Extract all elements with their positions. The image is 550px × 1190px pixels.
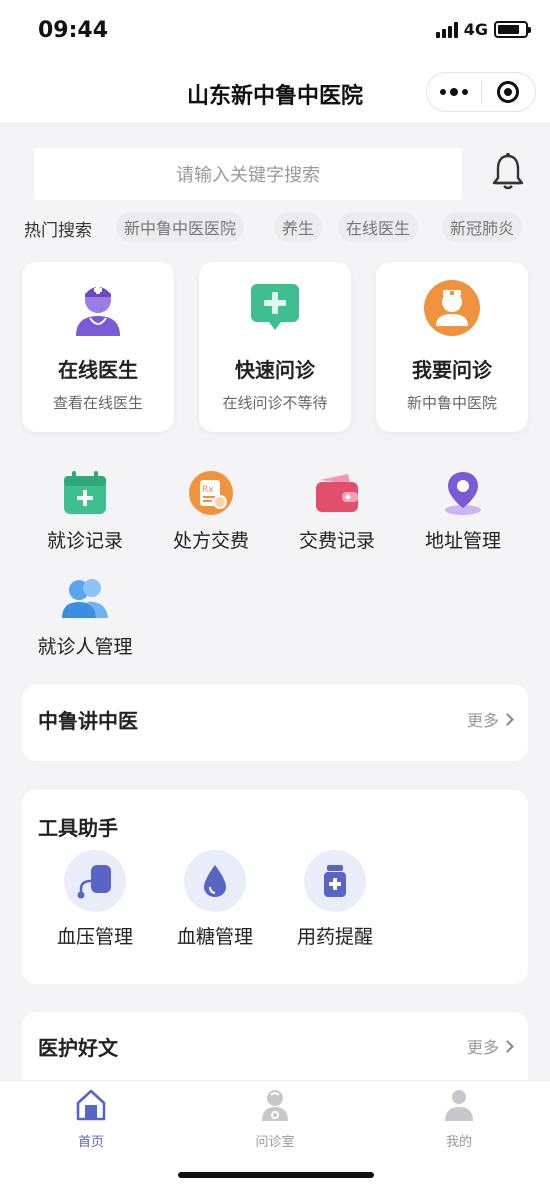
section-title: 医护好文: [38, 1036, 118, 1060]
more-label: 更多: [466, 711, 499, 730]
more-menu-button[interactable]: [427, 73, 481, 111]
consult-room-icon: [262, 1090, 288, 1121]
chat-plus-icon: [251, 284, 299, 330]
chevron-right-icon: [501, 1039, 514, 1053]
blood-pressure-tool[interactable]: 血压管理: [40, 850, 150, 949]
card-title: 在线医生: [58, 358, 138, 382]
hot-tag[interactable]: 在线医生: [338, 212, 419, 242]
home-indicator: [178, 1172, 374, 1178]
nav-bar: 山东新中鲁中医院: [0, 64, 550, 122]
network-label: 4G: [463, 20, 488, 39]
more-dots-icon: [439, 87, 468, 96]
calendar-record-icon: [64, 471, 106, 514]
search-input[interactable]: 请输入关键字搜索: [34, 148, 462, 200]
tab-consult-room[interactable]: 问诊室: [230, 1087, 320, 1150]
close-program-button[interactable]: [482, 73, 536, 111]
hot-search-row: 热门搜索 新中鲁中医医院 养生 在线医生 新冠肺炎: [0, 210, 550, 244]
hot-tag[interactable]: 新冠肺炎: [442, 212, 523, 242]
patient-management-item[interactable]: 就诊人管理: [22, 576, 148, 672]
hot-search-label: 热门搜索: [24, 221, 92, 241]
card-title: 快速问诊: [235, 358, 315, 382]
tab-mine[interactable]: 我的: [414, 1087, 504, 1150]
quick-consult-card[interactable]: 快速问诊 在线问诊不等待: [199, 262, 351, 432]
my-consult-card[interactable]: 我要问诊 新中鲁中医院: [376, 262, 528, 432]
patients-icon: [62, 579, 108, 618]
status-indicators: 4G: [435, 20, 531, 39]
visit-record-item[interactable]: 就诊记录: [22, 470, 148, 566]
online-doctor-card[interactable]: 在线医生 查看在线医生: [22, 262, 174, 432]
card-subtitle: 新中鲁中医院: [406, 394, 497, 412]
more-link[interactable]: 更多: [466, 1034, 514, 1058]
blood-pressure-icon: [77, 865, 111, 899]
prescription-payment-item[interactable]: Rx 处方交费: [148, 470, 274, 566]
more-link[interactable]: 更多: [466, 707, 514, 731]
service-label: 就诊记录: [46, 530, 123, 552]
nurse-avatar-icon: [424, 280, 480, 336]
tab-label: 我的: [445, 1135, 472, 1150]
address-management-item[interactable]: 地址管理: [400, 470, 526, 566]
chevron-right-icon: [501, 712, 514, 726]
location-pin-icon: [445, 472, 481, 515]
service-label: 就诊人管理: [37, 636, 133, 658]
medicine-bottle-icon: [324, 865, 346, 897]
service-label: 交费记录: [298, 530, 375, 552]
tab-label: 首页: [77, 1135, 104, 1150]
bell-icon[interactable]: [490, 152, 526, 192]
more-label: 更多: [466, 1038, 499, 1057]
section-title: 工具助手: [38, 816, 118, 840]
tool-label: 血糖管理: [176, 926, 253, 948]
status-bar: 09:44 4G: [0, 0, 550, 64]
svg-text:Rx: Rx: [202, 485, 214, 495]
tool-label: 血压管理: [56, 926, 133, 948]
card-subtitle: 查看在线医生: [52, 394, 143, 412]
target-icon: [497, 81, 520, 103]
service-label: 地址管理: [424, 530, 501, 552]
doctor-icon: [76, 286, 120, 336]
medication-reminder-tool[interactable]: 用药提醒: [280, 850, 390, 949]
mini-program-capsule: [426, 72, 536, 112]
tool-label: 用药提醒: [296, 926, 373, 948]
card-subtitle: 在线问诊不等待: [222, 394, 328, 412]
profile-icon: [445, 1090, 473, 1121]
tab-label: 问诊室: [255, 1135, 295, 1150]
tab-home[interactable]: 首页: [46, 1087, 136, 1150]
tcm-talk-section[interactable]: 中鲁讲中医 更多: [22, 685, 528, 761]
blood-drop-icon: [204, 865, 226, 897]
prescription-icon: Rx: [189, 471, 233, 515]
wallet-icon: [316, 474, 358, 512]
hot-tag[interactable]: 养生: [274, 212, 323, 242]
card-title: 我要问诊: [412, 358, 492, 382]
status-time: 09:44: [38, 18, 109, 43]
blood-sugar-tool[interactable]: 血糖管理: [160, 850, 270, 949]
section-title: 中鲁讲中医: [38, 709, 138, 733]
service-label: 处方交费: [172, 530, 249, 552]
home-icon: [76, 1089, 106, 1121]
hot-tag[interactable]: 新中鲁中医医院: [116, 212, 245, 242]
tools-section: 工具助手 血压管理 血糖管理 用药提醒: [22, 790, 528, 984]
signal-icon: [435, 21, 458, 38]
payment-record-item[interactable]: 交费记录: [274, 470, 400, 566]
battery-icon: [494, 21, 531, 38]
